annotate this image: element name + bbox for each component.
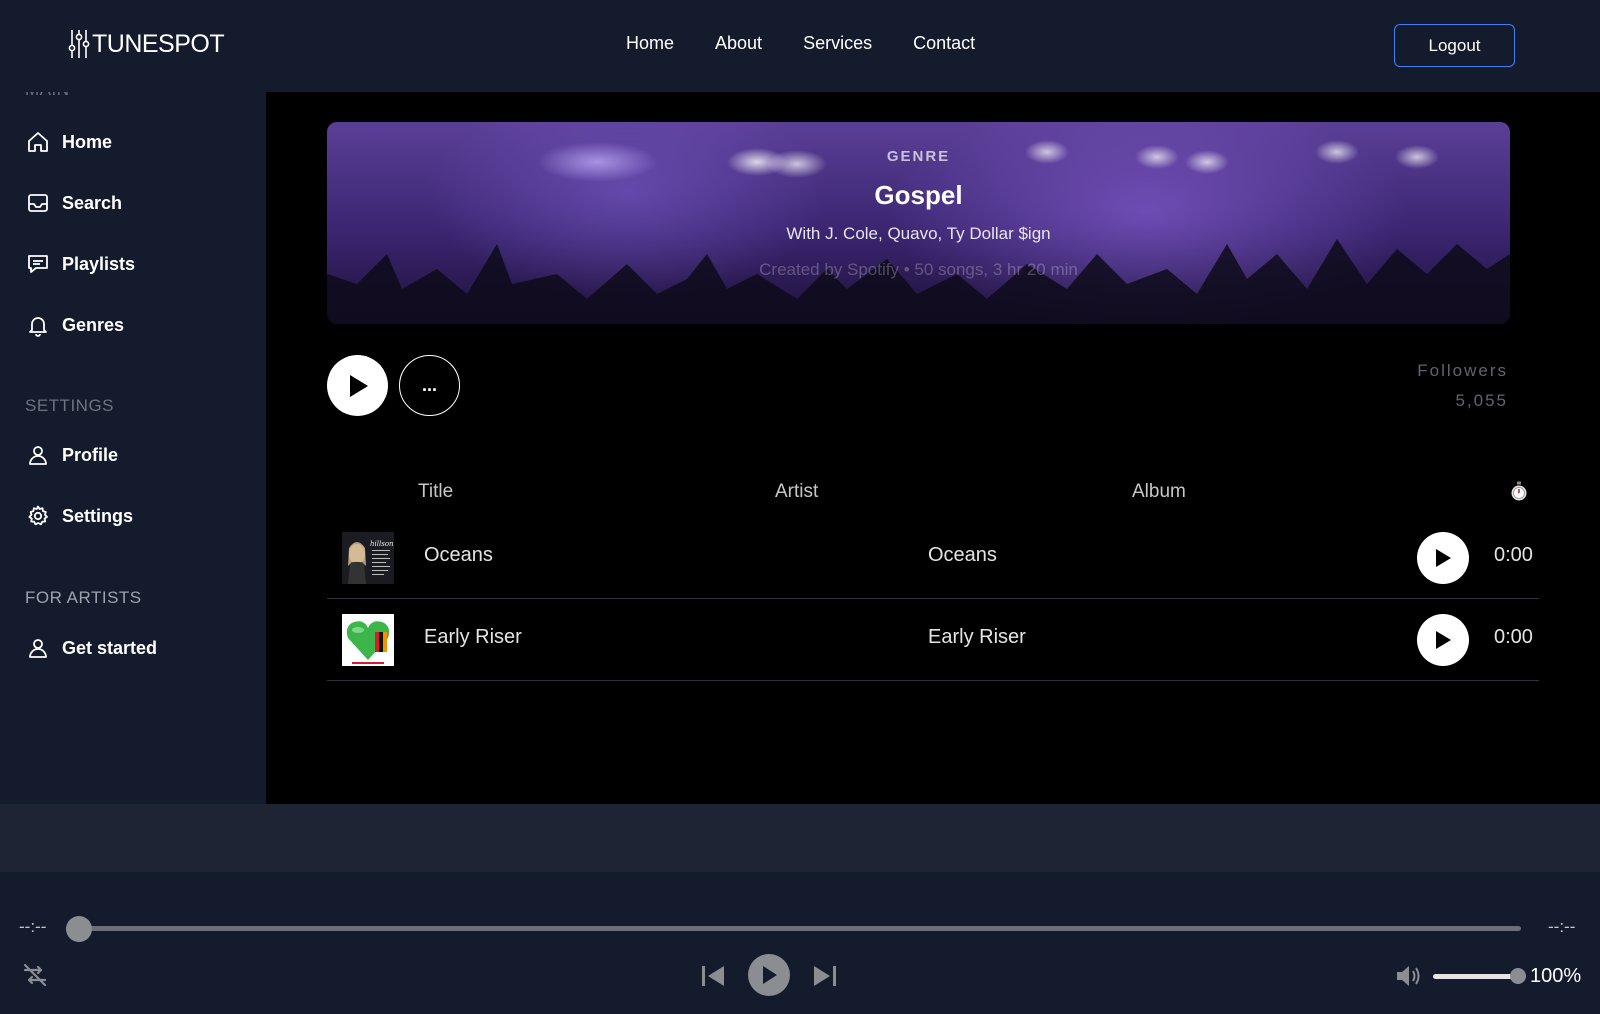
column-header-album[interactable]: Album	[1132, 481, 1186, 503]
logo[interactable]: TUNESPOT	[68, 28, 225, 60]
nav-services-link[interactable]: Services	[803, 33, 872, 54]
banner-kicker: GENRE	[886, 148, 951, 165]
sidebar-item-genres[interactable]: Genres	[26, 313, 124, 337]
sidebar-item-playlists[interactable]: Playlists	[26, 252, 135, 276]
track-album[interactable]: Early Riser	[928, 626, 1026, 649]
stopwatch-icon	[1511, 481, 1527, 501]
track-duration: 0:00	[1494, 626, 1533, 648]
previous-track-icon[interactable]	[700, 964, 726, 988]
sidebar-item-label: Playlists	[62, 253, 136, 274]
track-play-button[interactable]	[1417, 532, 1469, 584]
sidebar-item-label: Get started	[62, 637, 158, 658]
logout-button[interactable]: Logout	[1394, 24, 1515, 67]
nav-home-link[interactable]: Home	[626, 33, 674, 54]
sidebar-item-home[interactable]: Home	[26, 130, 112, 154]
banner-artists-line: With J. Cole, Quavo, Ty Dollar $ign	[786, 224, 1051, 243]
column-header-artist[interactable]: Artist	[775, 481, 818, 503]
sidebar-section-settings-label: SETTINGS	[25, 396, 115, 415]
play-icon	[349, 374, 368, 397]
sidebar-item-get-started[interactable]: Get started	[26, 636, 157, 660]
album-art-image: hillsong	[342, 532, 394, 584]
followers-block: Followers 5,055	[1417, 356, 1508, 416]
nav-about-link[interactable]: About	[715, 33, 762, 54]
sidebar-item-profile[interactable]: Profile	[26, 443, 118, 467]
sidebar-section-main-label: MAIN	[25, 92, 70, 100]
track-play-button[interactable]	[1417, 614, 1469, 666]
table-row[interactable]: Early Riser Early Riser 0:00	[327, 599, 1539, 681]
track-title[interactable]: Oceans	[424, 544, 493, 567]
table-row[interactable]: hillsong Oceans Oceans 0:00	[327, 517, 1539, 599]
sidebar-item-label: Home	[62, 131, 113, 152]
chat-icon	[28, 255, 48, 273]
remaining-time: --:--	[1548, 917, 1576, 936]
top-navbar: TUNESPOT Home About Services Contact Log…	[0, 0, 1600, 92]
inbox-icon	[28, 194, 48, 212]
album-art-image	[342, 614, 394, 666]
sidebar-item-search[interactable]: Search	[26, 191, 122, 215]
audio-player: --:-- --:-- 100%	[0, 872, 1600, 1014]
genre-banner: GENRE Gospel With J. Cole, Quavo, Ty Dol…	[327, 122, 1510, 324]
svg-text:hillsong: hillsong	[370, 540, 394, 548]
player-spacer	[0, 804, 1600, 872]
seek-bar[interactable]	[79, 926, 1521, 931]
volume-percent: 100%	[1530, 965, 1582, 987]
main-nav: Home About Services Contact	[626, 33, 975, 54]
bell-icon	[29, 317, 47, 337]
banner-created-line: Created by Spotify • 50 songs, 3 hr 20 m…	[759, 260, 1078, 279]
track-duration: 0:00	[1494, 544, 1533, 566]
track-title[interactable]: Early Riser	[424, 626, 522, 649]
sidebar-item-label: Search	[62, 192, 123, 213]
page-title: Gospel	[874, 180, 963, 210]
sidebar-item-label: Profile	[62, 444, 119, 465]
sidebar: MAIN Home Search Playlists Genres SETTIN…	[0, 92, 266, 804]
more-options-button[interactable]: ...	[399, 355, 460, 416]
seek-handle[interactable]	[66, 916, 92, 942]
volume-handle[interactable]	[1510, 968, 1526, 984]
elapsed-time: --:--	[19, 917, 47, 936]
followers-count: 5,055	[1455, 391, 1508, 410]
volume-slider[interactable]	[1433, 974, 1519, 979]
column-header-title[interactable]: Title	[418, 481, 453, 503]
home-icon	[28, 132, 48, 152]
brand-name: TUNESPOT	[92, 29, 225, 58]
play-all-button[interactable]	[327, 355, 388, 416]
equalizer-logo-icon	[68, 30, 90, 58]
user-icon	[29, 639, 47, 658]
play-icon	[1436, 631, 1451, 649]
user-icon	[29, 446, 47, 465]
play-icon	[1436, 549, 1451, 567]
track-album[interactable]: Oceans	[928, 544, 997, 567]
next-track-icon[interactable]	[812, 964, 838, 988]
shuffle-off-icon[interactable]	[21, 961, 49, 989]
sidebar-item-label: Settings	[62, 505, 134, 526]
main-content: GENRE Gospel With J. Cole, Quavo, Ty Dol…	[266, 92, 1600, 804]
player-play-button[interactable]	[748, 954, 790, 996]
sidebar-section-artists-label: FOR ARTISTS	[25, 588, 142, 607]
sidebar-item-label: Genres	[62, 314, 125, 335]
volume-icon[interactable]	[1394, 962, 1424, 990]
followers-label: Followers	[1417, 361, 1508, 380]
sidebar-item-settings[interactable]: Settings	[26, 504, 133, 528]
play-icon	[763, 966, 777, 984]
nav-contact-link[interactable]: Contact	[913, 33, 975, 54]
gear-icon	[28, 505, 48, 526]
